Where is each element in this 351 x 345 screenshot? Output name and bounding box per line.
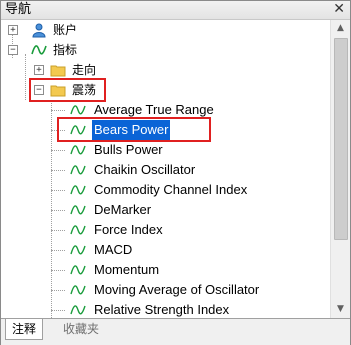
indicator-icon [31,42,47,58]
scrollbar-thumb[interactable] [334,38,348,240]
tree-guide-line [51,310,65,311]
indicator-icon [70,182,86,198]
tree-guide-line [51,250,65,251]
indicator-icon [70,222,86,238]
indicator-item-label: Relative Strength Index [94,302,230,317]
tree-node-label: 走向 [72,63,97,77]
navigator-tree: + 账户 − 指标 + 走向 − 震荡 Average True Range B… [2,20,329,318]
tree-node-indicators[interactable]: − 指标 [2,40,329,60]
indicator-item[interactable]: Momentum [2,260,329,280]
indicator-item[interactable]: Bulls Power [2,140,329,160]
indicator-item[interactable]: Force Index [2,220,329,240]
indicator-icon [70,102,86,118]
indicator-item[interactable]: MACD [2,240,329,260]
tree-node-oscillators[interactable]: − 震荡 [2,80,329,100]
indicator-item-label: Momentum [94,262,160,277]
indicator-item[interactable]: Chaikin Oscillator [2,160,329,180]
close-icon[interactable]: ✕ [333,1,345,18]
indicator-icon [70,262,86,278]
tree-guide-line [51,130,65,131]
scroll-down-icon[interactable]: ▼ [331,301,350,318]
window-title: 导航 [5,2,32,17]
vertical-scrollbar[interactable]: ▲ ▼ [330,20,350,318]
tree-node-label: 震荡 [72,83,97,97]
indicator-item-label: Bears Power [90,119,172,141]
indicator-item-label: Force Index [94,222,163,237]
indicator-item[interactable]: DeMarker [2,200,329,220]
indicator-icon [70,302,86,318]
tab-annotations[interactable]: 注释 [5,319,44,340]
tree-guide-line [51,210,65,211]
indicator-item-label: Moving Average of Oscillator [94,282,260,297]
indicator-item-label: Bulls Power [94,142,163,157]
indicator-item[interactable]: Relative Strength Index [2,300,329,318]
collapse-icon[interactable]: − [34,85,44,95]
indicator-item-label: MACD [94,242,133,257]
indicator-item-label: Average True Range [94,102,214,117]
tree-guide-line [51,290,65,291]
indicator-icon [70,202,86,218]
tab-favorites[interactable]: 收藏夹 [57,319,105,339]
indicator-item-label: DeMarker [94,202,152,217]
tree-guide-line [51,170,65,171]
tree-node-label: 指标 [53,43,78,57]
expand-icon[interactable]: + [34,65,44,75]
tree-node-label: 账户 [53,23,78,37]
indicator-item-label: Chaikin Oscillator [94,162,196,177]
indicator-icon [70,162,86,178]
indicator-item[interactable]: Average True Range [2,100,329,120]
title-bar: 导航 ✕ [1,1,350,20]
indicator-icon [70,142,86,158]
tab-bar: 注释 收藏夹 [1,318,350,345]
scroll-up-icon[interactable]: ▲ [331,20,350,37]
tree-node-trend[interactable]: + 走向 [2,60,329,80]
navigator-window: 导航 ✕ + 账户 − 指标 + 走向 − 震荡 Average True Ra… [0,0,351,345]
accounts-icon [31,22,47,38]
folder-icon [50,62,66,78]
expand-icon[interactable]: + [8,25,18,35]
indicator-icon [70,282,86,298]
tree-node-accounts[interactable]: + 账户 [2,20,329,40]
indicator-item-label: Commodity Channel Index [94,182,248,197]
tree-guide-line [51,190,65,191]
indicator-icon [70,122,86,138]
indicator-item[interactable]: Bears Power [2,119,329,141]
indicator-item[interactable]: Moving Average of Oscillator [2,280,329,300]
tree-guide-line [51,150,65,151]
tree-guide-line [51,230,65,231]
collapse-icon[interactable]: − [8,45,18,55]
indicator-icon [70,242,86,258]
folder-icon [50,82,66,98]
indicator-item[interactable]: Commodity Channel Index [2,180,329,200]
tree-guide-line [51,270,65,271]
tree-guide-line [51,110,65,111]
